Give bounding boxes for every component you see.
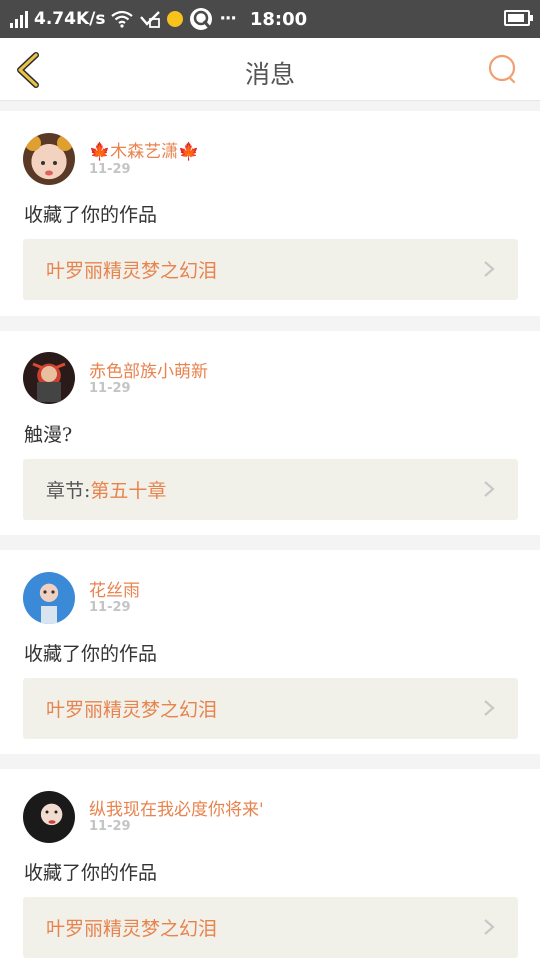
work-title: 叶罗丽精灵梦之幻泪 (46, 695, 217, 722)
search-icon (488, 54, 516, 82)
chapter-title: 章节:第五十章 (46, 476, 166, 503)
message-card: 赤色部族小萌新 11-29 触漫? 章节:第五十章 (0, 331, 540, 535)
avatar[interactable] (23, 572, 75, 624)
chevron-right-icon (484, 481, 495, 497)
work-title: 叶罗丽精灵梦之幻泪 (46, 914, 217, 941)
message-card: 🍁木森艺潇🍁 11-29 收藏了你的作品 叶罗丽精灵梦之幻泪 (0, 111, 540, 316)
notification-dot-icon (167, 11, 184, 27)
battery-icon (504, 10, 533, 26)
work-link[interactable]: 叶罗丽精灵梦之幻泪 (23, 239, 518, 300)
message-card: 花丝雨 11-29 收藏了你的作品 叶罗丽精灵梦之幻泪 (0, 550, 540, 754)
message-text: 收藏了你的作品 (24, 204, 158, 226)
work-title: 叶罗丽精灵梦之幻泪 (46, 256, 217, 283)
avatar[interactable] (23, 133, 75, 185)
message-date: 11-29 (89, 381, 131, 396)
search-button[interactable] (486, 52, 520, 86)
page-title: 消息 (244, 60, 295, 89)
wifi-icon (111, 10, 134, 28)
username[interactable]: 花丝雨 (89, 576, 140, 601)
work-link[interactable]: 叶罗丽精灵梦之幻泪 (23, 678, 518, 739)
ref-title: 叶罗丽精灵梦之幻泪 (46, 260, 218, 282)
cloud-icon (190, 8, 213, 30)
message-text: 收藏了你的作品 (24, 862, 158, 884)
ref-title: 第五十章 (90, 480, 167, 502)
network-speed: 4.74K/s (34, 9, 106, 29)
vpn-icon (140, 11, 161, 28)
username[interactable]: 赤色部族小萌新 (89, 357, 208, 382)
ref-title: 叶罗丽精灵梦之幻泪 (46, 699, 218, 721)
message-date: 11-29 (89, 162, 131, 177)
status-bar: 4.74K/s ··· 18:00 (0, 0, 540, 38)
message-card: 纵我现在我必度你将来' 11-29 收藏了你的作品 叶罗丽精灵梦之幻泪 (0, 769, 540, 960)
chapter-link[interactable]: 章节:第五十章 (23, 459, 518, 520)
ref-prefix: 章节: (46, 480, 91, 502)
chevron-right-icon (484, 700, 495, 716)
clock: 18:00 (249, 8, 308, 30)
username[interactable]: 🍁木森艺潇🍁 (89, 137, 199, 162)
app-header: 消息 (0, 38, 540, 101)
ref-title: 叶罗丽精灵梦之幻泪 (46, 918, 218, 940)
work-link[interactable]: 叶罗丽精灵梦之幻泪 (23, 897, 518, 958)
signal-icon (10, 10, 28, 28)
avatar[interactable] (23, 352, 75, 404)
message-date: 11-29 (89, 600, 131, 615)
username[interactable]: 纵我现在我必度你将来' (89, 795, 264, 820)
status-left: 4.74K/s ··· 18:00 (10, 0, 307, 38)
message-date: 11-29 (89, 819, 131, 834)
avatar[interactable] (23, 791, 75, 843)
more-dots-icon: ··· (219, 9, 236, 29)
message-text: 触漫? (24, 424, 73, 446)
chevron-right-icon (484, 261, 495, 277)
chevron-right-icon (484, 919, 495, 935)
message-text: 收藏了你的作品 (24, 643, 158, 665)
